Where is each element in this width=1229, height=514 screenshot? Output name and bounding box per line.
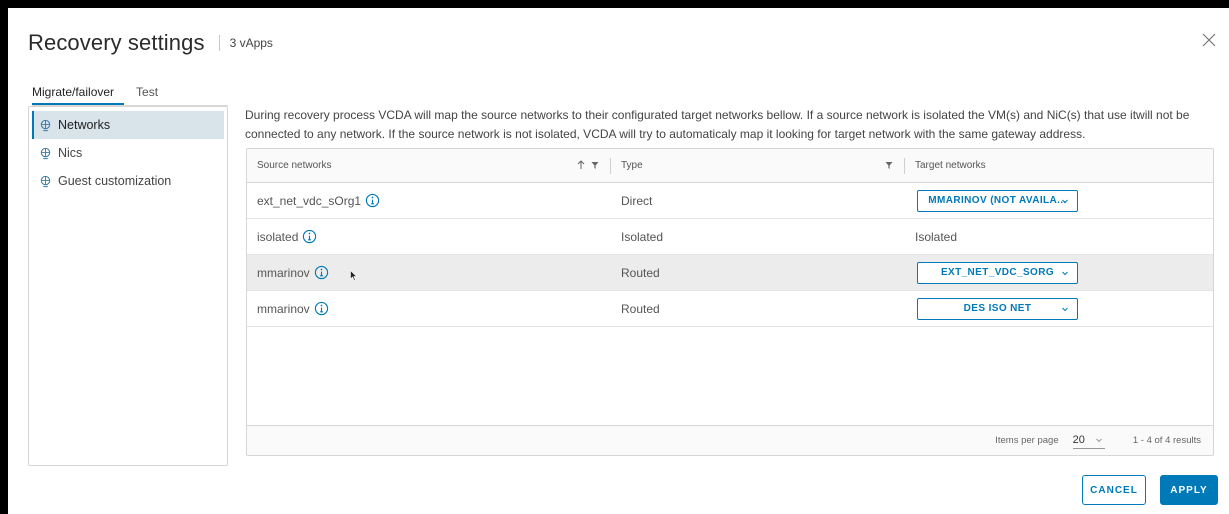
sidebar-item-networks[interactable]: Networks	[32, 111, 224, 139]
description-text: During recovery process VCDA will map th…	[245, 108, 1190, 141]
source-network-cell: mmarinov	[247, 255, 611, 290]
source-network-name: mmarinov	[257, 301, 310, 316]
source-network-name: isolated	[257, 229, 299, 244]
select-value: EXT_NET_VDC_SORG	[940, 267, 1055, 278]
title-divider	[218, 35, 220, 51]
table-row: mmarinov Routed DES ISO NET	[247, 291, 1213, 327]
info-icon[interactable]	[302, 229, 317, 244]
table-row: mmarinov Routed EXT_NET_VDC_SORG	[247, 255, 1213, 291]
target-network-cell: Isolated	[905, 219, 1213, 254]
target-network-value: Isolated	[915, 229, 958, 244]
type-cell: Routed	[621, 301, 660, 316]
sidebar: Networks Nics Guest customization	[28, 106, 228, 466]
chevron-down-icon	[1062, 307, 1068, 311]
table-row: isolated Isolated Isolated	[247, 219, 1213, 255]
tab-test[interactable]: Test	[136, 80, 168, 105]
datagrid-header: Source networks Type Target networks	[247, 149, 1213, 183]
network-icon	[40, 147, 51, 159]
tab-migrate-failover[interactable]: Migrate/failover	[32, 80, 125, 105]
items-per-page-label: Items per page	[995, 435, 1059, 446]
source-network-cell: mmarinov	[247, 291, 611, 326]
info-icon[interactable]	[365, 193, 380, 208]
chevron-down-icon	[1062, 199, 1068, 203]
recovery-settings-modal: Recovery settings 3 vApps Migrate/failov…	[8, 8, 1229, 514]
networks-datagrid: Source networks Type Target networks ext…	[246, 148, 1214, 456]
sidebar-item-label: Nics	[58, 146, 83, 160]
apply-button[interactable]: APPLY	[1160, 475, 1218, 505]
column-header-target-networks[interactable]: Target networks	[905, 149, 1213, 182]
sidebar-item-label: Networks	[58, 118, 111, 132]
mouse-cursor-icon	[350, 270, 358, 282]
items-per-page-select[interactable]: 20	[1072, 433, 1105, 449]
modal-subtitle: 3 vApps	[229, 36, 273, 50]
filter-icon[interactable]	[885, 160, 893, 170]
source-network-cell: isolated	[247, 219, 611, 254]
column-header-label: Type	[621, 160, 643, 171]
sidebar-item-nics[interactable]: Nics	[32, 139, 224, 167]
type-cell: Isolated	[621, 229, 664, 244]
table-row: ext_net_vdc_sOrg1 Direct MMARINOV (NOT A…	[247, 183, 1213, 219]
target-network-select[interactable]: DES ISO NET	[917, 297, 1078, 320]
select-value: MMARINOV (NOT AVAILA...	[928, 195, 1067, 206]
target-network-cell: DES ISO NET	[905, 291, 1213, 326]
type-cell: Routed	[621, 265, 660, 280]
column-header-source-networks[interactable]: Source networks	[247, 149, 611, 182]
chevron-down-icon	[1096, 438, 1102, 443]
chevron-down-icon	[1062, 271, 1068, 275]
info-icon[interactable]	[314, 265, 329, 280]
target-network-select[interactable]: MMARINOV (NOT AVAILA...	[917, 189, 1078, 212]
column-header-label: Target networks	[915, 160, 986, 171]
datagrid-footer: Items per page 20 1 - 4 of 4 results	[247, 425, 1213, 455]
sidebar-item-label: Guest customization	[58, 174, 172, 188]
select-value: DES ISO NET	[963, 303, 1032, 314]
modal-title: Recovery settings	[28, 30, 205, 55]
sidebar-item-guest-customization[interactable]: Guest customization	[32, 167, 224, 195]
cancel-button[interactable]: CANCEL	[1082, 475, 1146, 505]
info-icon[interactable]	[314, 301, 329, 316]
close-icon[interactable]	[1201, 32, 1217, 48]
items-per-page-value: 20	[1072, 434, 1085, 446]
pagination-results: 1 - 4 of 4 results	[1132, 435, 1201, 446]
network-icon	[40, 175, 51, 187]
column-header-type[interactable]: Type	[611, 149, 905, 182]
target-network-select[interactable]: EXT_NET_VDC_SORG	[917, 261, 1078, 284]
target-network-cell: EXT_NET_VDC_SORG	[905, 255, 1213, 290]
source-network-name: ext_net_vdc_sOrg1	[257, 193, 362, 208]
column-header-label: Source networks	[257, 160, 332, 171]
filter-icon[interactable]	[591, 160, 599, 170]
modal-header: Recovery settings 3 vApps	[28, 26, 273, 60]
network-icon	[40, 119, 51, 131]
source-network-cell: ext_net_vdc_sOrg1	[247, 183, 611, 218]
source-network-name: mmarinov	[257, 265, 310, 280]
target-network-cell: MMARINOV (NOT AVAILA...	[905, 183, 1213, 218]
type-cell: Direct	[621, 193, 653, 208]
sort-ascending-icon[interactable]	[577, 160, 585, 170]
tab-bar: Migrate/failover Test	[32, 80, 228, 106]
